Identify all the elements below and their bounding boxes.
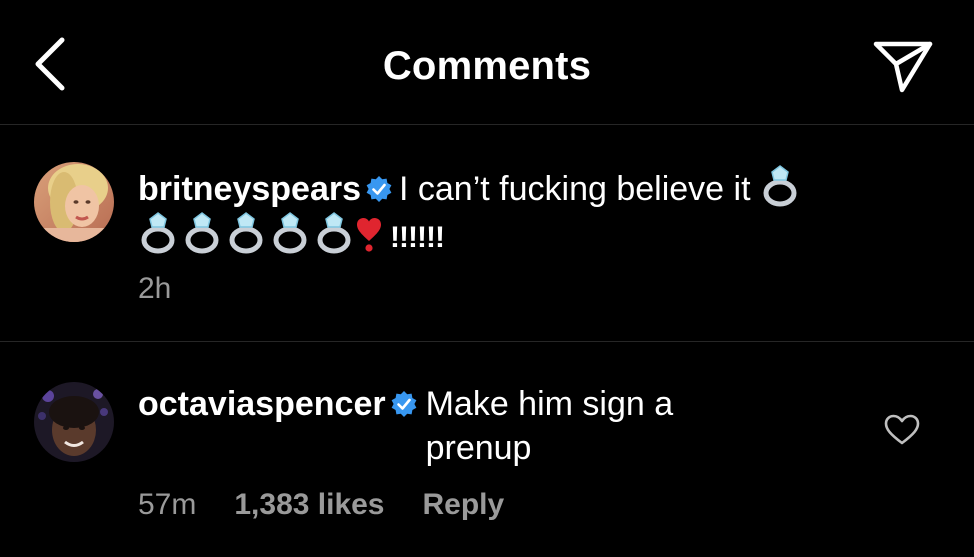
- comment-1-body: britneyspears I can’t fucking believe it: [138, 164, 878, 260]
- page-title: Comments: [382, 44, 592, 88]
- like-button[interactable]: [884, 414, 920, 446]
- paper-plane-icon: [873, 41, 933, 93]
- timestamp: 57m: [138, 488, 197, 521]
- comment-2-meta: 57m 1,383 likes Reply: [138, 488, 542, 522]
- username-britneyspears[interactable]: britneyspears: [138, 170, 361, 208]
- verified-badge-icon: [366, 176, 392, 202]
- ring-emoji-icon: [229, 212, 263, 254]
- reply-button[interactable]: Reply: [423, 488, 505, 522]
- header-bar: Comments: [0, 0, 974, 124]
- heart-exclamation-icon: [357, 218, 381, 252]
- ring-emoji-icon: [185, 212, 219, 254]
- ring-emoji-icon: [141, 212, 175, 254]
- comment-text: Make him sign a prenup: [425, 385, 674, 467]
- ring-emoji-icon: [317, 212, 351, 254]
- exclamation-text: !!!!!!: [390, 221, 445, 254]
- ring-emoji-icon: [763, 165, 797, 207]
- comments-screen: Comments britneyspears I can’t fucking b…: [0, 0, 974, 557]
- likes-count[interactable]: 1,383 likes: [234, 488, 384, 522]
- avatar[interactable]: [34, 162, 114, 242]
- comment-2-body: octaviaspencer Make him sign a prenup: [138, 382, 878, 470]
- avatar[interactable]: [34, 382, 114, 462]
- avatar-image: [34, 162, 114, 242]
- comment-divider: [0, 341, 974, 342]
- comment-1-meta: 2h: [138, 272, 209, 306]
- timestamp: 2h: [138, 272, 172, 305]
- header-divider: [0, 124, 974, 125]
- share-button[interactable]: [872, 38, 934, 96]
- avatar-image: [34, 382, 114, 462]
- verified-badge-icon: [391, 391, 416, 417]
- heart-outline-icon: [884, 414, 920, 445]
- ring-emoji-icon: [273, 212, 307, 254]
- username-octaviaspencer[interactable]: octaviaspencer: [138, 385, 386, 423]
- comment-text: I can’t fucking believe it: [399, 170, 751, 208]
